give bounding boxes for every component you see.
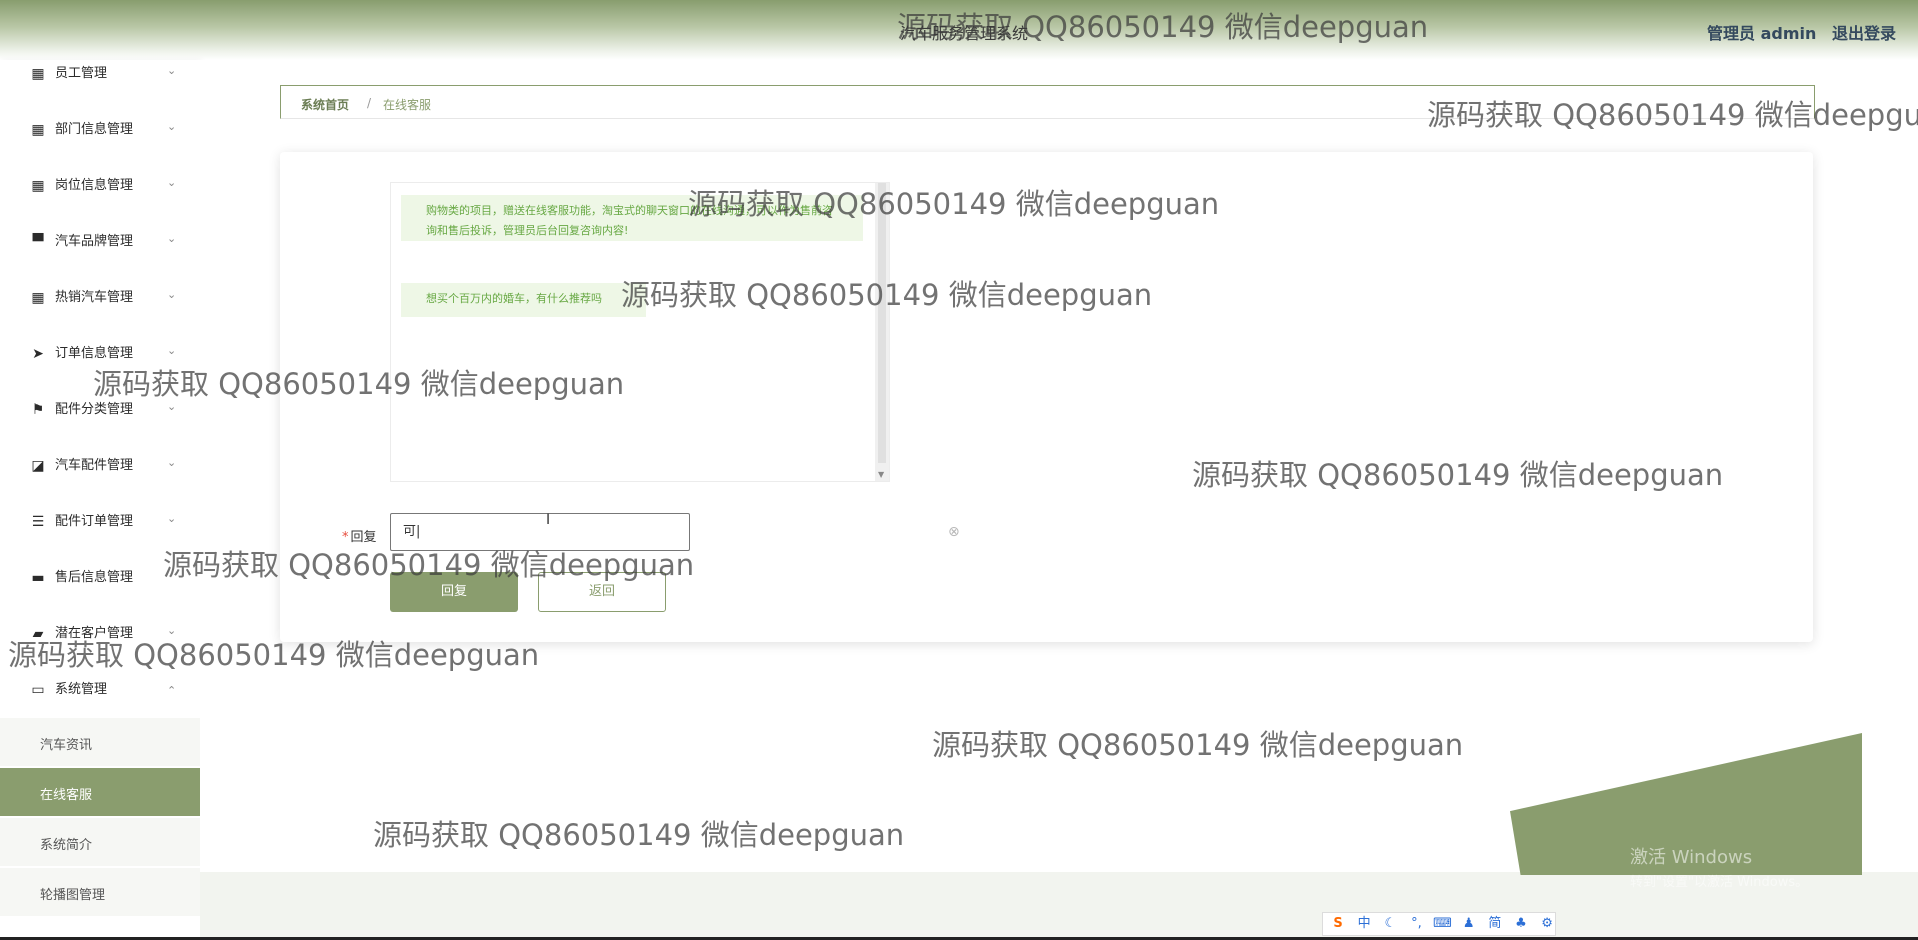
reply-input[interactable]: 可| bbox=[390, 513, 690, 551]
chevron-down-icon: ⌄ bbox=[167, 288, 177, 301]
grid-icon: ▦ bbox=[31, 66, 45, 82]
sidebar-item-hot-cars[interactable]: ▦ 热销汽车管理 ⌄ bbox=[0, 288, 200, 346]
flag-icon: ⚑ bbox=[31, 402, 45, 418]
sidebar-item-label: 部门信息管理 bbox=[55, 122, 134, 137]
activation-subtitle: 转到"设置"以激活 Windows。 bbox=[1630, 875, 1809, 890]
text-cursor-icon: I bbox=[546, 512, 551, 528]
sidebar-subitem-label: 汽车资讯 bbox=[40, 738, 93, 753]
chevron-up-icon: ⌃ bbox=[167, 684, 177, 697]
chevron-down-icon: ⌄ bbox=[167, 232, 177, 245]
monitor-icon: ▭ bbox=[31, 682, 45, 698]
chart-icon: ◪ bbox=[31, 458, 45, 474]
chat-message-user: 想买个百万内的婚车，有什么推荐吗 bbox=[401, 283, 646, 317]
shirt-icon[interactable]: ♣ bbox=[1510, 913, 1532, 935]
scroll-down-arrow-icon[interactable]: ▼ bbox=[878, 470, 884, 479]
sidebar-item-label: 潜在客户管理 bbox=[55, 626, 134, 641]
sidebar-subitem-system-intro[interactable]: 系统简介 bbox=[0, 818, 200, 866]
sidebar-item-potential-customers[interactable]: ▰ 潜在客户管理 ⌄ bbox=[0, 624, 200, 682]
logout-link[interactable]: 退出登录 bbox=[1832, 24, 1896, 43]
sidebar-subitem-carousel[interactable]: 轮播图管理 bbox=[0, 868, 200, 916]
sidebar-subitem-online-service[interactable]: 在线客服 bbox=[0, 768, 200, 816]
breadcrumb: 系统首页 / 在线客服 bbox=[280, 85, 1815, 119]
brush-icon: ▀ bbox=[32, 234, 44, 250]
list-icon: ☰ bbox=[31, 514, 45, 530]
activation-title: 激活 Windows bbox=[1630, 847, 1753, 868]
reply-submit-button[interactable]: 回复 bbox=[390, 572, 518, 612]
grid-icon: ▦ bbox=[31, 122, 45, 138]
back-button[interactable]: 返回 bbox=[538, 572, 666, 612]
user-info: 管理员 admin 退出登录 bbox=[1697, 20, 1896, 44]
sidebar-item-department[interactable]: ▦ 部门信息管理 ⌄ bbox=[0, 120, 200, 178]
chevron-down-icon: ⌄ bbox=[167, 120, 177, 133]
chevron-down-icon: ⌄ bbox=[167, 624, 177, 637]
chat-message-user: 购物类的项目，赠送在线客服功能，淘宝式的聊天窗口的在线沟通，可以作为售前咨询和售… bbox=[401, 195, 863, 241]
ime-toolbar[interactable]: S 中 ☾ °, ⌨ ♟ 简 ♣ ⚙ ♪ bbox=[1322, 912, 1556, 936]
chevron-down-icon: ⌄ bbox=[167, 64, 177, 77]
breadcrumb-separator: / bbox=[367, 96, 372, 110]
chevron-down-icon: ⌄ bbox=[167, 400, 177, 413]
chat-scrollbar[interactable]: ▼ bbox=[875, 183, 889, 481]
sidebar-item-label: 员工管理 bbox=[55, 66, 108, 81]
user-icon[interactable]: ♟ bbox=[1458, 913, 1480, 935]
punctuation-icon[interactable]: °, bbox=[1405, 913, 1427, 935]
chevron-down-icon: ⌄ bbox=[167, 176, 177, 189]
sidebar-item-car-brand[interactable]: ▀ 汽车品牌管理 ⌄ bbox=[0, 232, 200, 290]
moon-icon[interactable]: ☾ bbox=[1379, 913, 1401, 935]
sidebar-item-label: 汽车品牌管理 bbox=[55, 234, 134, 249]
sidebar-item-staff[interactable]: ▦ 员工管理 ⌄ bbox=[0, 64, 200, 122]
sidebar-item-after-sales[interactable]: ▬ 售后信息管理 bbox=[0, 570, 200, 626]
app-title: 汽车服务管理系统 bbox=[900, 24, 1029, 43]
gear-icon[interactable]: ⚙ bbox=[1536, 913, 1555, 935]
windows-activation-notice: 激活 Windows 转到"设置"以激活 Windows。 bbox=[1630, 843, 1808, 890]
sidebar-item-label: 配件订单管理 bbox=[55, 514, 134, 529]
admin-user-label: 管理员 admin bbox=[1707, 24, 1817, 43]
sidebar-item-label: 系统管理 bbox=[55, 682, 108, 697]
sidebar-subitem-label: 系统简介 bbox=[40, 838, 93, 853]
sidebar: ▦ 员工管理 ⌄ ▦ 部门信息管理 ⌄ ▦ 岗位信息管理 ⌄ ▀ 汽车品牌管理 … bbox=[0, 60, 200, 940]
chevron-down-icon: ⌄ bbox=[167, 456, 177, 469]
sidebar-subitem-label: 轮播图管理 bbox=[40, 888, 106, 903]
sidebar-item-position[interactable]: ▦ 岗位信息管理 ⌄ bbox=[0, 176, 200, 234]
breadcrumb-current: 在线客服 bbox=[383, 98, 432, 112]
chat-history[interactable]: 购物类的项目，赠送在线客服功能，淘宝式的聊天窗口的在线沟通，可以作为售前咨询和售… bbox=[390, 182, 890, 482]
sidebar-item-car-parts[interactable]: ◪ 汽车配件管理 ⌄ bbox=[0, 456, 200, 514]
sidebar-item-label: 岗位信息管理 bbox=[55, 178, 134, 193]
scrollbar-thumb[interactable] bbox=[878, 183, 886, 463]
sidebar-item-label: 热销汽车管理 bbox=[55, 290, 134, 305]
sidebar-item-label: 汽车配件管理 bbox=[55, 458, 134, 473]
required-mark: * bbox=[342, 530, 349, 545]
breadcrumb-home-link[interactable]: 系统首页 bbox=[301, 96, 349, 113]
sidebar-item-label: 售后信息管理 bbox=[55, 570, 134, 585]
clear-circle-icon[interactable]: ⊗ bbox=[948, 524, 960, 540]
ime-simplified-mode[interactable]: 简 bbox=[1484, 913, 1506, 935]
ime-chinese-mode[interactable]: 中 bbox=[1353, 913, 1375, 935]
sogou-logo-icon[interactable]: S bbox=[1327, 913, 1349, 935]
grid-icon: ▦ bbox=[31, 178, 45, 194]
chevron-down-icon: ⌄ bbox=[167, 344, 177, 357]
sidebar-item-part-orders[interactable]: ☰ 配件订单管理 ⌄ bbox=[0, 512, 200, 570]
chat-card: 购物类的项目，赠送在线客服功能，淘宝式的聊天窗口的在线沟通，可以作为售前咨询和售… bbox=[280, 152, 1813, 642]
reply-label-text: 回复 bbox=[350, 530, 377, 545]
chevron-down-icon: ⌄ bbox=[167, 512, 177, 525]
sidebar-subitem-car-news[interactable]: 汽车资讯 bbox=[0, 718, 200, 766]
sidebar-subitem-label: 在线客服 bbox=[40, 788, 93, 803]
keyboard-icon[interactable]: ⌨ bbox=[1432, 913, 1454, 935]
message-icon: ▬ bbox=[31, 570, 45, 586]
send-icon: ➤ bbox=[32, 346, 44, 362]
grid-icon: ▦ bbox=[31, 290, 45, 306]
sidebar-item-label: 订单信息管理 bbox=[55, 346, 134, 361]
sidebar-item-orders[interactable]: ➤ 订单信息管理 ⌄ bbox=[0, 344, 200, 402]
reply-field-label: * 回复 bbox=[342, 526, 377, 545]
sidebar-item-part-category[interactable]: ⚑ 配件分类管理 ⌄ bbox=[0, 400, 200, 458]
ticket-icon: ▰ bbox=[32, 626, 44, 642]
sidebar-item-label: 配件分类管理 bbox=[55, 402, 134, 417]
